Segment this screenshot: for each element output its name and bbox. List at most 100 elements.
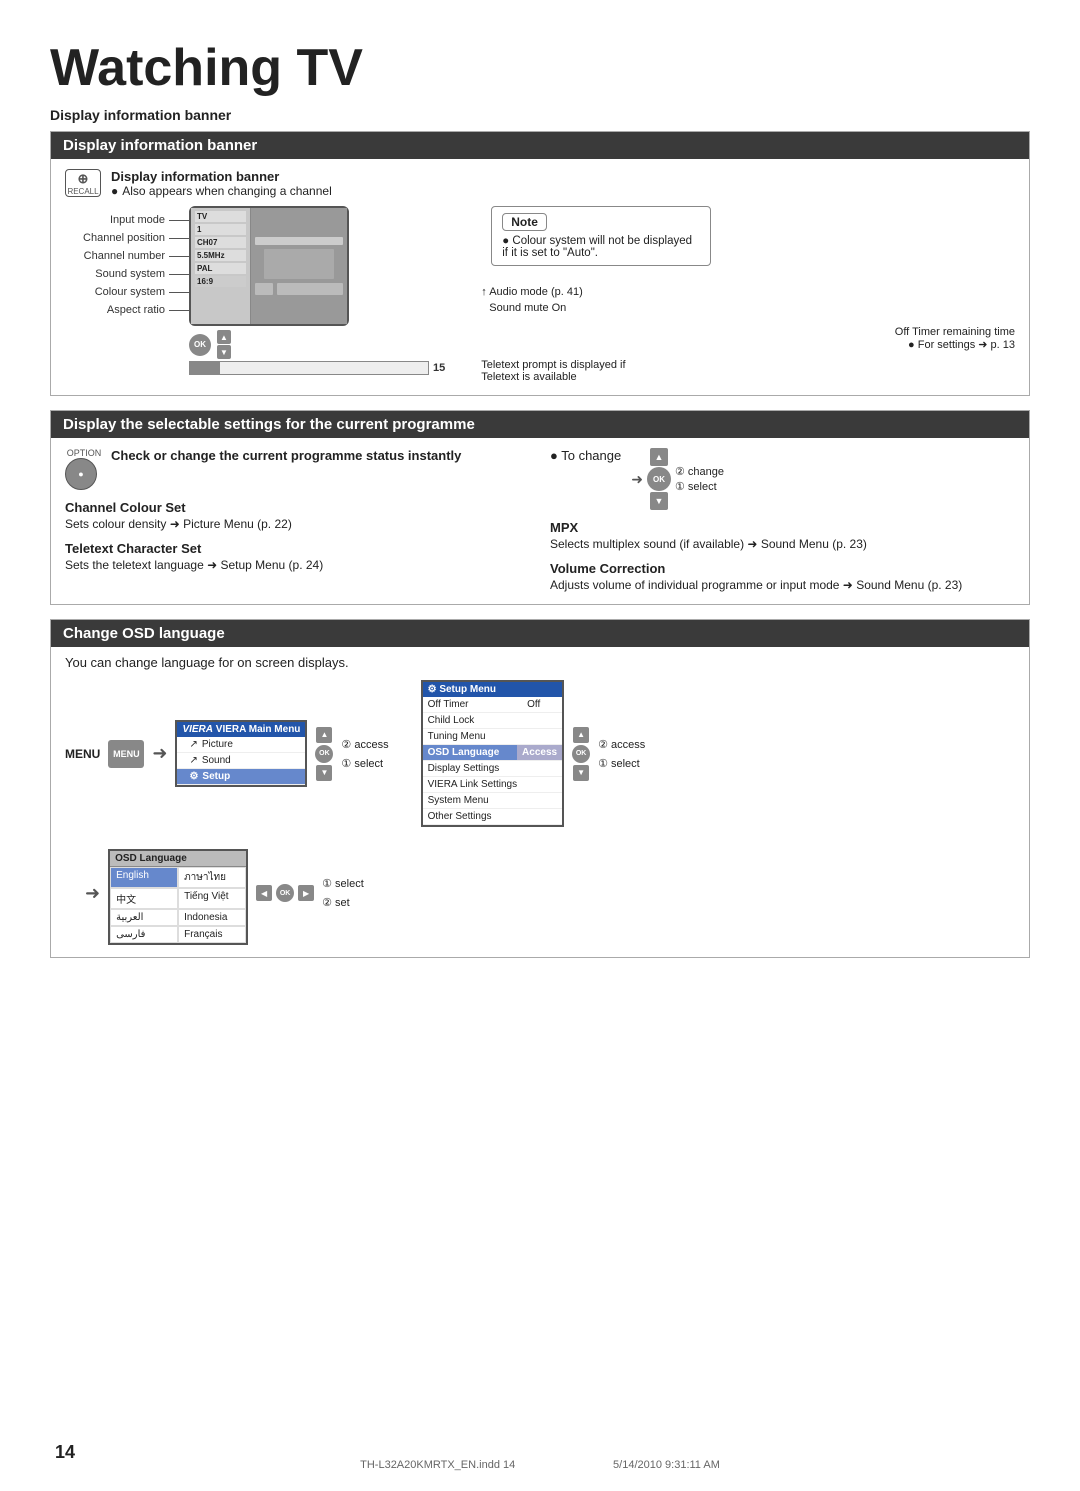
note-box: Note ● Colour system will not be display… [491, 206, 711, 266]
tv-screen-area [251, 208, 347, 324]
option-icon: ● [65, 458, 97, 490]
teletext-prompt: Teletext prompt is displayed if Teletext… [481, 359, 1015, 383]
label-column: Input mode Channel position Channel numb… [65, 214, 189, 318]
step2-ok[interactable]: OK [572, 745, 590, 763]
section3-header: Change OSD language [51, 620, 1029, 647]
tv-mockup: TV 1 CH07 5.5MHz PAL 16:9 [189, 206, 349, 326]
setup-row-viera: VIERA Link Settings [423, 777, 563, 793]
nav-down[interactable]: ▼ [650, 492, 668, 510]
step1-ok[interactable]: OK [315, 745, 333, 763]
osd-lang-box: OSD Language English ภาษาไทย 中文 Tiếng Vi… [108, 849, 248, 945]
lang-indonesia[interactable]: Indonesia [178, 909, 246, 926]
tv-val-sound: 5.5MHz [195, 250, 246, 261]
arrow-to-osd-lang: ➜ [85, 883, 100, 904]
osd-lang-title: OSD Language [110, 851, 246, 867]
step2-labels: ② access ① select [598, 738, 645, 770]
section1-box: Display information banner ⊕ RECALL Disp… [50, 131, 1030, 396]
setup-row-display: Display Settings [423, 761, 563, 777]
setup-row-osd: OSD Language Access [423, 745, 563, 761]
lang-vietnamese[interactable]: Tiếng Việt [178, 888, 246, 909]
channel-colour-desc: Sets colour density ➜ Picture Menu (p. 2… [65, 517, 530, 531]
recall-icon: ⊕ RECALL [65, 169, 101, 197]
banner-top-row: ⊕ RECALL Display information banner ●Als… [65, 169, 1015, 198]
up-arrow[interactable]: ▲ [217, 330, 231, 344]
arrow-nav-group: ➜ ▲ OK ▼ ② change ① select [631, 448, 724, 510]
step2-up[interactable]: ▲ [573, 727, 589, 743]
option-row: OPTION ● Check or change the current pro… [65, 448, 530, 490]
setup-menu-title: ⚙ Setup Menu [423, 682, 563, 697]
lang-chinese[interactable]: 中文 [110, 888, 178, 909]
section3-content: You can change language for on screen di… [51, 647, 1029, 957]
osd-lang-grid: English ภาษาไทย 中文 Tiếng Việt العربية In… [110, 867, 246, 943]
osd-flow-row2: ➜ OSD Language English ภาษาไทย 中文 Tiếng … [85, 841, 1015, 945]
banner-description: Display information banner ●Also appears… [111, 169, 1015, 198]
lang-thai[interactable]: ภาษาไทย [178, 867, 246, 888]
mpx-desc: Selects multiplex sound (if available) ➜… [550, 537, 1015, 551]
input-mode-label: Input mode [65, 214, 189, 226]
lang-farsi[interactable]: فارسی [110, 926, 178, 943]
section3-box: Change OSD language You can change langu… [50, 619, 1030, 958]
audio-mode-label: ↑ Audio mode (p. 41) [481, 286, 1015, 298]
progress-bar [189, 361, 429, 375]
viera-menu-box: VIERA VIERA Main Menu ↗Picture ↗Sound ⚙S… [175, 720, 307, 787]
nav-arrows-tv: ▲ ▼ [217, 330, 231, 359]
right-arrow-indicator: ➜ [631, 471, 643, 488]
volume-title: Volume Correction [550, 561, 1015, 576]
nav-up-down: ▲ OK ▼ [647, 448, 671, 510]
setup-row-offtimer: Off Timer Off [423, 697, 563, 713]
down-arrow[interactable]: ▼ [217, 345, 231, 359]
channel-number-label: Channel number [65, 250, 189, 262]
note-text: ● Colour system will not be displayed if… [502, 235, 700, 259]
tv-info-panel: TV 1 CH07 5.5MHz PAL 16:9 [191, 208, 251, 324]
footer-info: TH-L32A20KMRTX_EN.indd 14 5/14/2010 9:31… [360, 1459, 720, 1471]
step1-labels: ② access ① select [341, 738, 388, 770]
section1-content: ⊕ RECALL Display information banner ●Als… [51, 159, 1029, 395]
step1-up[interactable]: ▲ [316, 727, 332, 743]
settings-right-col: ● To change ➜ ▲ OK ▼ ② change ① sel [550, 448, 1015, 592]
viera-item-setup: ⚙Setup [177, 769, 305, 785]
nav-up[interactable]: ▲ [650, 448, 668, 466]
step3-ok[interactable]: OK [276, 884, 294, 902]
check-change-desc: Check or change the current programme st… [111, 448, 461, 463]
settings-two-col: OPTION ● Check or change the current pro… [65, 448, 1015, 592]
ok-button-small[interactable]: OK [189, 334, 211, 356]
settings-left-col: OPTION ● Check or change the current pro… [65, 448, 530, 592]
channel-colour-title: Channel Colour Set [65, 500, 530, 515]
to-change-text: ● To change [550, 448, 621, 463]
change-select-labels: ② change ① select [675, 465, 724, 493]
feature-volume: Volume Correction Adjusts volume of indi… [550, 561, 1015, 592]
section2-box: Display the selectable settings for the … [50, 410, 1030, 605]
viera-menu-title: VIERA VIERA Main Menu [177, 722, 305, 737]
recall-label: RECALL [67, 187, 98, 196]
osd-intro: You can change language for on screen di… [65, 655, 1015, 670]
ok-circle-nav[interactable]: OK [647, 467, 671, 491]
step3-right[interactable]: ▶ [298, 885, 314, 901]
lang-french[interactable]: Français [178, 926, 246, 943]
sound-system-label: Sound system [65, 268, 189, 280]
teletext-char-desc: Sets the teletext language ➜ Setup Menu … [65, 558, 530, 572]
nav-lr-step3: ◀ OK ▶ [256, 884, 314, 902]
feature-teletext-char: Teletext Character Set Sets the teletext… [65, 541, 530, 572]
setup-menu-box: ⚙ Setup Menu Off Timer Off Child Lock Tu… [421, 680, 565, 827]
off-timer-label: Off Timer remaining time ● For settings … [481, 326, 1015, 351]
viera-item-picture: ↗Picture [177, 737, 305, 753]
section2-header: Display the selectable settings for the … [51, 411, 1029, 438]
section2-content: OPTION ● Check or change the current pro… [51, 438, 1029, 604]
recall-symbol: ⊕ [78, 171, 89, 187]
aspect-ratio-label: Aspect ratio [65, 304, 189, 316]
lang-english[interactable]: English [110, 867, 178, 888]
arrow-to-viera: ➜ [152, 743, 167, 764]
colour-system-label: Colour system [65, 286, 189, 298]
volume-desc: Adjusts volume of individual programme o… [550, 578, 1015, 592]
lang-arabic[interactable]: العربية [110, 909, 178, 926]
step1-down[interactable]: ▼ [316, 765, 332, 781]
other-useful-functions-label: Display information banner [50, 107, 1030, 123]
menu-button[interactable]: MENU [108, 740, 144, 768]
mpx-title: MPX [550, 520, 1015, 535]
sound-mute-label: Sound mute On [489, 302, 1015, 314]
step2-down[interactable]: ▼ [573, 765, 589, 781]
progress-value: 15 [433, 362, 445, 374]
feature-mpx: MPX Selects multiplex sound (if availabl… [550, 520, 1015, 551]
tv-labels-and-screen: Input mode Channel position Channel numb… [65, 206, 445, 375]
step3-left[interactable]: ◀ [256, 885, 272, 901]
